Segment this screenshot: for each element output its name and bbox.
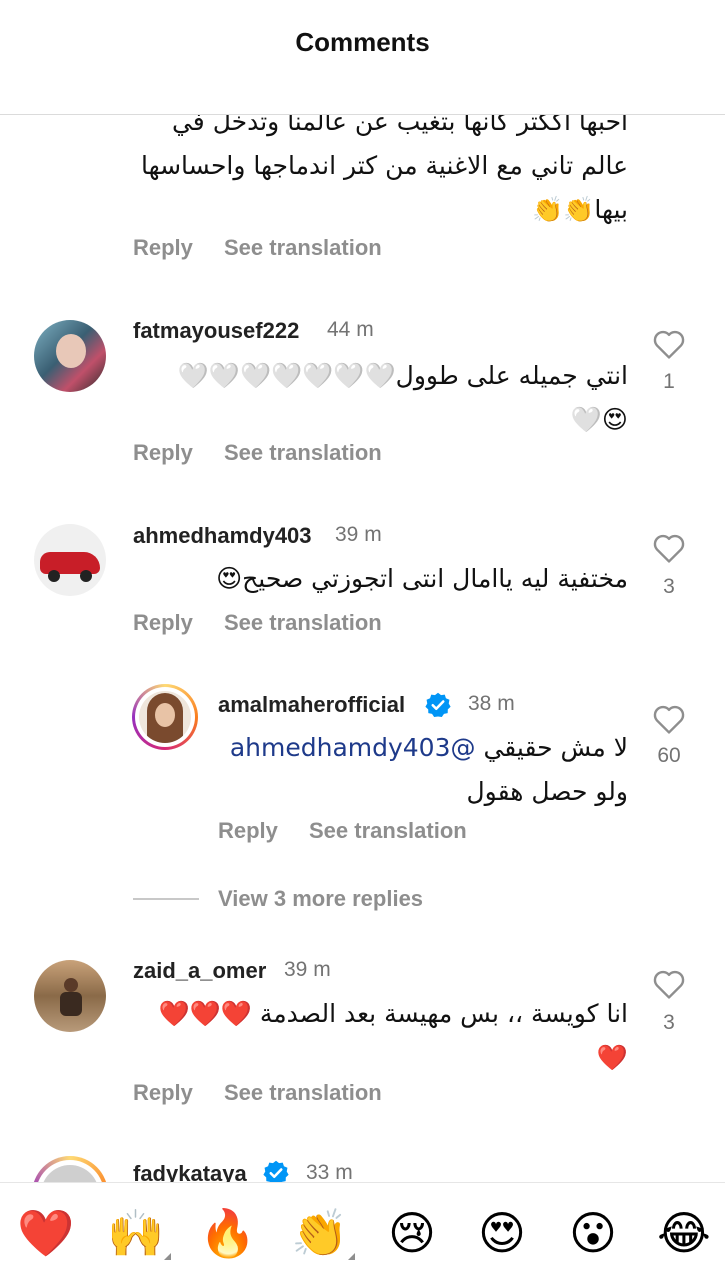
comment-text: لا مش حقيقي @ahmedhamdy403 ولو حصل هقول — [229, 733, 628, 806]
page-title: Comments — [295, 26, 430, 57]
comment-time: 38 m — [468, 692, 515, 715]
comments-list[interactable]: احبها اككتر كانها بتغيب عن عالمنا وتدخل … — [0, 0, 725, 1182]
clapping-hands-emoji-button[interactable]: 👏 — [290, 1203, 350, 1263]
comment-username[interactable]: zaid_a_omer — [133, 958, 266, 984]
reply-button[interactable]: Reply — [133, 440, 193, 466]
comment-username[interactable]: ahmedhamdy403 — [133, 523, 312, 549]
avatar[interactable] — [132, 684, 198, 750]
comments-header: Comments — [0, 0, 725, 115]
like-count: 3 — [663, 575, 675, 598]
comment-text: انا كويسة ،، بس مهيسة بعد الصدمة ❤️❤️❤️ … — [158, 999, 628, 1072]
comment-text: مختفية ليه ياامال انتى اتجوزتي صحيح😍 — [216, 564, 628, 593]
view-more-replies-button[interactable]: View 3 more replies — [218, 886, 423, 912]
heart-eyes-emoji-button[interactable]: 😍 — [472, 1203, 532, 1263]
tears-of-joy-emoji-button[interactable]: 😂 — [654, 1203, 714, 1263]
variant-indicator-icon — [164, 1253, 171, 1260]
avatar[interactable] — [34, 320, 106, 392]
see-translation-button[interactable]: See translation — [224, 610, 382, 636]
see-translation-button[interactable]: See translation — [309, 818, 467, 844]
like-count: 1 — [663, 370, 675, 393]
comment-text: انتي جميله على طوول🤍🤍🤍🤍🤍🤍🤍 😍🤍 — [177, 361, 628, 434]
avatar[interactable] — [34, 960, 106, 1032]
reply-button[interactable]: Reply — [133, 610, 193, 636]
comment-time: 39 m — [284, 958, 331, 981]
comment-username[interactable]: fatmayousef222 — [133, 318, 299, 344]
comment-text: احبها اككتر كانها بتغيب عن عالمنا وتدخل … — [140, 107, 628, 224]
like-heart-icon[interactable] — [652, 703, 686, 735]
comment-time: 39 m — [335, 523, 382, 546]
like-count: 60 — [657, 744, 681, 767]
comment-username[interactable]: fadykataya — [133, 1161, 247, 1182]
like-heart-icon[interactable] — [652, 328, 686, 360]
see-translation-button[interactable]: See translation — [224, 1080, 382, 1106]
like-count: 3 — [663, 1011, 675, 1034]
surprised-face-emoji-button[interactable]: 😮 — [563, 1203, 623, 1263]
avatar[interactable] — [34, 524, 106, 596]
avatar[interactable] — [32, 1156, 108, 1182]
like-heart-icon[interactable] — [652, 968, 686, 1000]
raising-hands-emoji-button[interactable]: 🙌 — [106, 1203, 166, 1263]
comment-text-line: لا مش حقيقي — [483, 733, 628, 762]
variant-indicator-icon — [348, 1253, 355, 1260]
comment-time: 44 m — [327, 318, 374, 341]
verified-badge-icon — [263, 1160, 289, 1182]
red-heart-emoji-button[interactable]: ❤️ — [16, 1203, 76, 1263]
reply-button[interactable]: Reply — [133, 235, 193, 261]
mention-link[interactable]: @ahmedhamdy403 — [230, 733, 476, 762]
fire-emoji-button[interactable]: 🔥 — [198, 1203, 258, 1263]
reply-button[interactable]: Reply — [218, 818, 278, 844]
crying-face-emoji-button[interactable]: 😢 — [382, 1203, 442, 1263]
comment-username[interactable]: amalmaherofficial — [218, 692, 405, 718]
like-heart-icon[interactable] — [652, 532, 686, 564]
see-translation-button[interactable]: See translation — [224, 440, 382, 466]
reply-button[interactable]: Reply — [133, 1080, 193, 1106]
quick-reactions-bar: ❤️ 🙌 🔥 👏 😢 😍 😮 😂 — [0, 1182, 725, 1281]
comment-time: 33 m — [306, 1161, 353, 1182]
verified-badge-icon — [425, 692, 451, 718]
see-translation-button[interactable]: See translation — [224, 235, 382, 261]
divider — [133, 898, 199, 900]
